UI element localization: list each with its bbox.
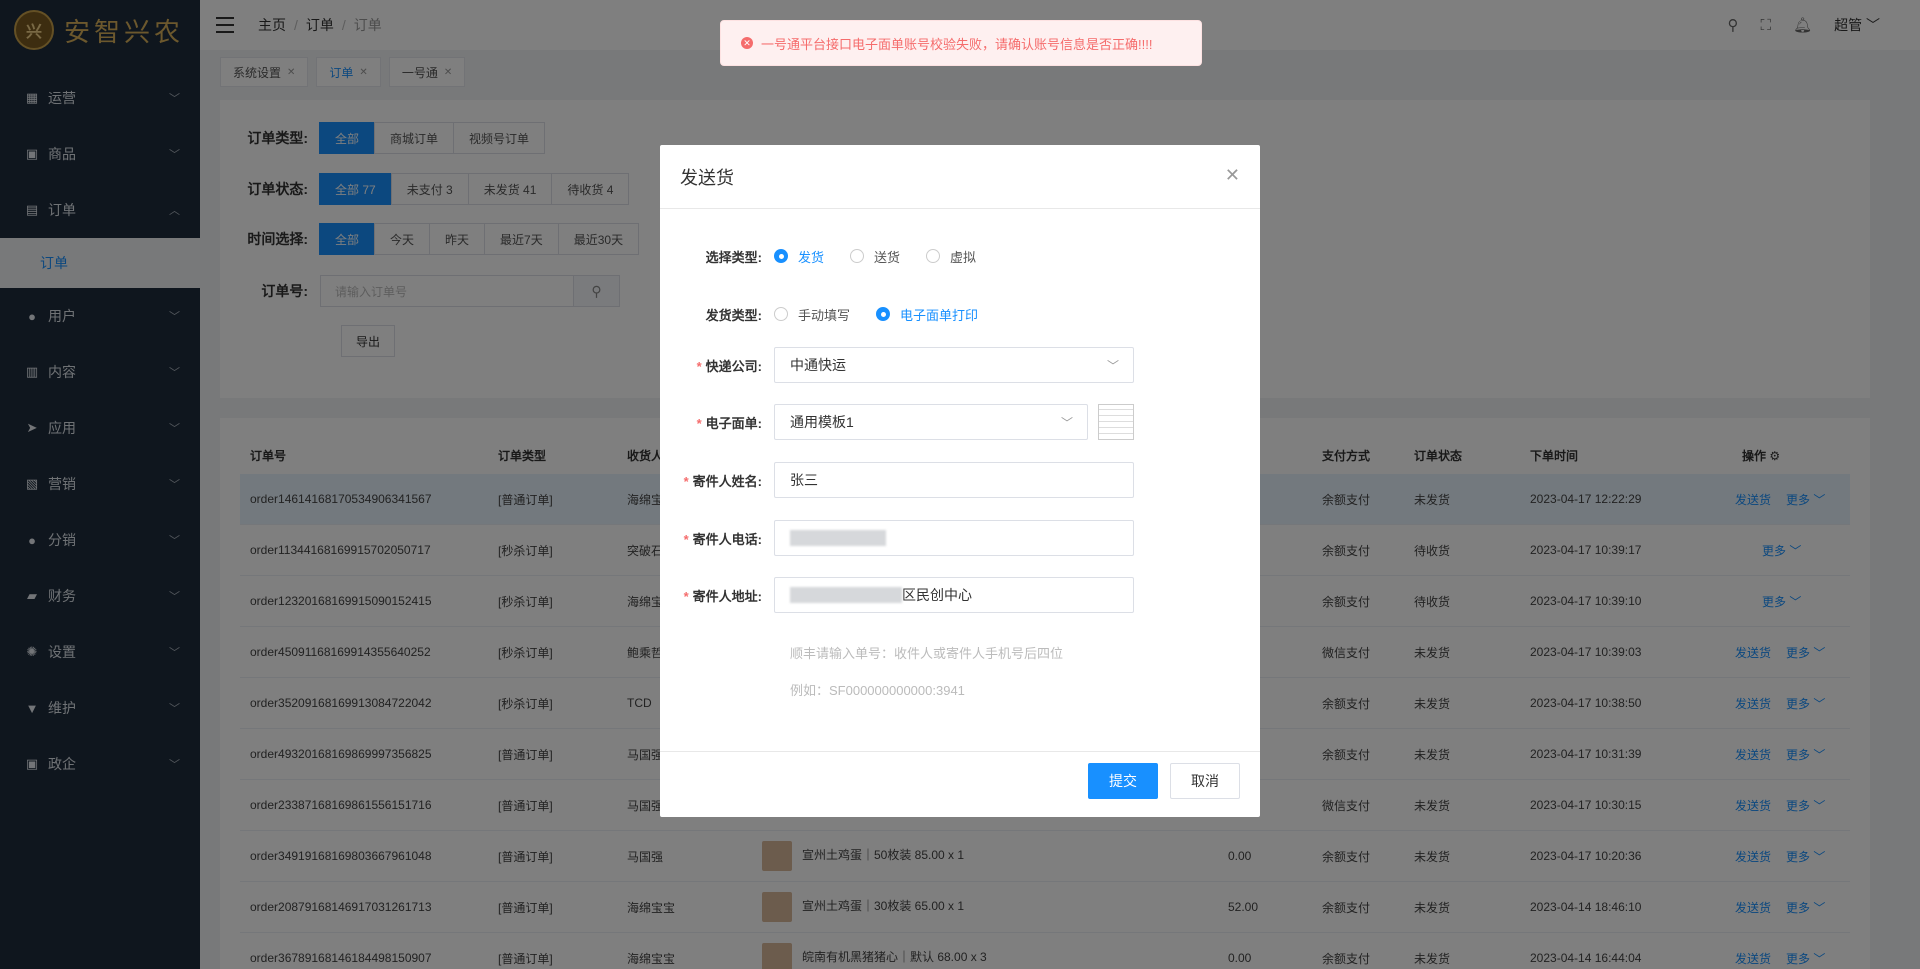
waybill-label: * 电子面单: xyxy=(696,415,762,431)
select-type-row: 选择类型: 发货 送货 虚拟 xyxy=(660,238,1002,274)
sender-phone-row: * 寄件人电话: xyxy=(660,520,1134,556)
radio-dot xyxy=(876,307,891,321)
label-text: 寄件人电话: xyxy=(692,531,762,547)
ship-type-label: 发货类型: xyxy=(705,307,762,323)
label-text: 寄件人姓名: xyxy=(692,473,762,489)
select-type-label: 选择类型: xyxy=(705,249,762,265)
radio-deliver[interactable]: 送货 xyxy=(850,247,900,266)
radio-manual[interactable]: 手动填写 xyxy=(774,305,850,324)
address-value: 区民创中心 xyxy=(902,587,972,603)
toast-message: 一号通平台接口电子面单账号校验失败，请确认账号信息是否正确!!!! xyxy=(761,36,1153,52)
sender-name-input[interactable]: 张三 xyxy=(774,462,1134,498)
label-text: 快递公司: xyxy=(705,358,762,374)
dialog-footer: 提交 取消 xyxy=(660,751,1260,817)
submit-button[interactable]: 提交 xyxy=(1088,763,1158,799)
hint-text: 顺丰请输入单号：收件人或寄件人手机号后四位 xyxy=(790,646,1064,661)
label-text: 寄件人地址: xyxy=(692,588,762,604)
sender-name-label: * 寄件人姓名: xyxy=(683,473,762,489)
radio-dot xyxy=(774,249,788,263)
radio-label: 送货 xyxy=(874,249,901,265)
chevron-down-icon: ﹀ xyxy=(1106,359,1119,373)
radio-dot xyxy=(850,249,865,263)
radio-virtual[interactable]: 虚拟 xyxy=(926,247,976,266)
hint-example: 例如：SF000000000000:3941 xyxy=(790,683,965,698)
courier-row: * 快递公司: 中通快运 ﹀ xyxy=(660,347,1134,383)
waybill-select[interactable]: 通用模板1 ﹀ xyxy=(774,404,1088,440)
radio-label: 手动填写 xyxy=(798,307,851,323)
dialog-title: 发送货 xyxy=(660,145,1260,209)
select-value: 通用模板1 xyxy=(790,414,854,430)
ship-dialog: 发送货 ✕ 选择类型: 发货 送货 虚拟 发货类型: 手动填写 电子面单打印 *… xyxy=(660,145,1260,817)
radio-label: 电子面单打印 xyxy=(900,307,979,323)
error-toast: ✕ 一号通平台接口电子面单账号校验失败，请确认账号信息是否正确!!!! xyxy=(720,20,1202,66)
sender-address-row: * 寄件人地址: 区民创中心 xyxy=(660,577,1134,613)
courier-select[interactable]: 中通快运 ﹀ xyxy=(774,347,1134,383)
sender-name-row: * 寄件人姓名: 张三 xyxy=(660,462,1134,498)
radio-ship[interactable]: 发货 xyxy=(774,247,824,266)
radio-dot xyxy=(774,307,788,321)
label-text: 电子面单: xyxy=(705,415,762,431)
waybill-template-preview[interactable] xyxy=(1098,404,1134,440)
sender-phone-label: * 寄件人电话: xyxy=(683,531,762,547)
sender-address-label: * 寄件人地址: xyxy=(683,588,762,604)
courier-label: * 快递公司: xyxy=(696,358,762,374)
radio-label: 虚拟 xyxy=(950,249,977,265)
sender-address-input[interactable]: 区民创中心 xyxy=(774,577,1134,613)
radio-e-waybill[interactable]: 电子面单打印 xyxy=(876,305,978,324)
chevron-down-icon: ﹀ xyxy=(1060,416,1073,430)
waybill-row: * 电子面单: 通用模板1 ﹀ xyxy=(660,404,1134,440)
select-value: 中通快运 xyxy=(790,357,846,373)
error-icon: ✕ xyxy=(741,37,753,49)
redacted-value xyxy=(790,587,902,603)
redacted-value xyxy=(790,530,886,546)
radio-label: 发货 xyxy=(798,249,825,265)
ship-type-row: 发货类型: 手动填写 电子面单打印 xyxy=(660,296,1004,332)
sender-phone-input[interactable] xyxy=(774,520,1134,556)
close-icon[interactable]: ✕ xyxy=(1225,165,1240,186)
cancel-button[interactable]: 取消 xyxy=(1170,763,1240,799)
radio-dot xyxy=(926,249,941,263)
